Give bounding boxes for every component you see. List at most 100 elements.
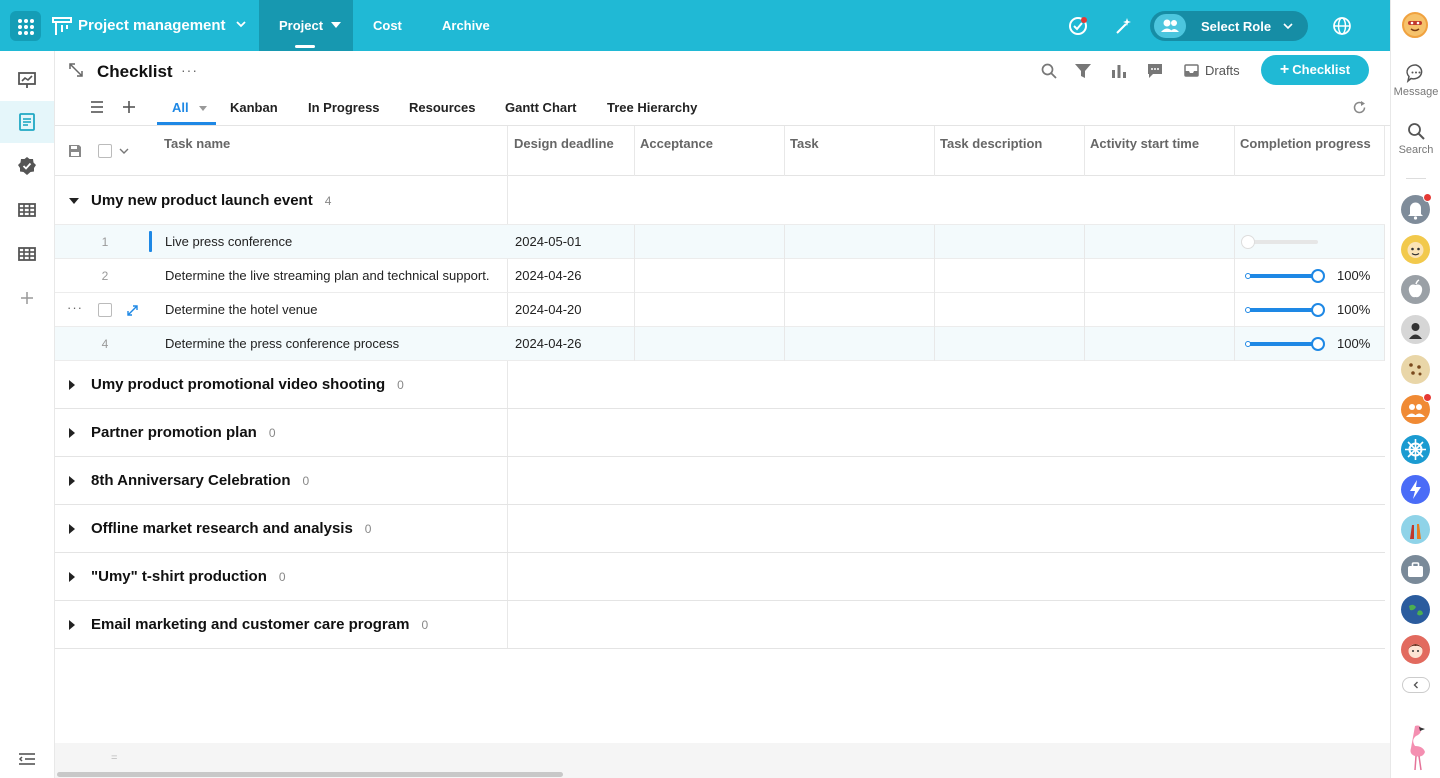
nav-tab-project[interactable]: Project <box>259 0 353 51</box>
caret-right-icon[interactable] <box>69 428 75 438</box>
caret-down-icon[interactable] <box>69 198 79 204</box>
group-header[interactable]: 8th Anniversary Celebration 0 <box>55 457 1385 505</box>
ship-wheel-icon[interactable] <box>1401 435 1430 464</box>
task-name-cell[interactable]: Determine the hotel venue <box>165 293 317 327</box>
row-checkbox[interactable] <box>98 303 112 317</box>
magic-wand-icon[interactable] <box>1113 16 1133 36</box>
sidebar-collapse-button[interactable] <box>0 738 54 778</box>
progress-knob[interactable] <box>1241 235 1255 249</box>
search-icon[interactable] <box>1040 62 1058 80</box>
deadline-cell[interactable]: 2024-05-01 <box>515 225 582 259</box>
flamingo-icon[interactable] <box>1401 722 1431 772</box>
nav-tab-cost[interactable]: Cost <box>373 0 402 51</box>
caret-right-icon[interactable] <box>69 572 75 582</box>
chevron-down-icon[interactable] <box>235 18 247 30</box>
tab-tree-hierarchy[interactable]: Tree Hierarchy <box>607 100 697 115</box>
task-name-cell[interactable]: Live press conference <box>165 225 292 259</box>
bar-chart-icon[interactable] <box>1110 62 1128 80</box>
caret-right-icon[interactable] <box>69 620 75 630</box>
chevron-down-icon[interactable] <box>119 148 129 155</box>
hands-icon[interactable] <box>1401 515 1430 544</box>
column-header-task[interactable]: Task <box>790 136 819 151</box>
sidebar-item-table-2[interactable] <box>0 233 54 275</box>
table-row[interactable]: 2 Determine the live streaming plan and … <box>55 259 1385 293</box>
face-avatar-icon[interactable] <box>1401 635 1430 664</box>
tab-all[interactable]: All <box>172 100 207 115</box>
progress-knob[interactable] <box>1311 337 1325 351</box>
expand-icon[interactable] <box>68 62 84 78</box>
save-icon[interactable] <box>68 144 82 158</box>
check-badge-icon[interactable] <box>1068 16 1088 36</box>
team-icon[interactable] <box>1401 393 1432 424</box>
add-checklist-button[interactable]: + Checklist <box>1261 55 1369 85</box>
select-all-checkbox[interactable] <box>98 144 112 158</box>
column-header-acceptance[interactable]: Acceptance <box>640 136 713 151</box>
progress-slider[interactable] <box>1245 303 1325 317</box>
table-row[interactable]: ··· Determine the hotel venue 2024-04-20… <box>55 293 1385 327</box>
lightning-icon[interactable] <box>1401 475 1430 504</box>
cartoon-avatar-icon[interactable] <box>1401 235 1430 264</box>
open-row-icon[interactable] <box>126 304 139 317</box>
group-header[interactable]: Umy product promotional video shooting 0 <box>55 361 1385 409</box>
column-header-design-deadline[interactable]: Design deadline <box>514 136 614 151</box>
caret-right-icon[interactable] <box>69 476 75 486</box>
group-header[interactable]: Umy new product launch event 4 <box>55 177 1385 225</box>
row-more-icon[interactable]: ··· <box>67 293 83 323</box>
sidebar-item-checklist[interactable] <box>0 101 54 143</box>
sidebar-item-table-1[interactable] <box>0 189 54 231</box>
tab-kanban[interactable]: Kanban <box>230 100 278 115</box>
column-header-completion-progress[interactable]: Completion progress <box>1240 136 1371 151</box>
global-search-button[interactable]: Search <box>1391 121 1440 156</box>
group-title: Email marketing and customer care progra… <box>91 616 429 633</box>
menu-icon[interactable] <box>90 100 104 114</box>
add-view-icon[interactable] <box>122 100 136 114</box>
column-header-activity-start-time[interactable]: Activity start time <box>1090 136 1199 151</box>
tab-in-progress[interactable]: In Progress <box>308 100 380 115</box>
group-header[interactable]: Email marketing and customer care progra… <box>55 601 1385 649</box>
deadline-cell[interactable]: 2024-04-26 <box>515 327 582 361</box>
caret-right-icon[interactable] <box>69 524 75 534</box>
earth-icon[interactable] <box>1401 595 1430 624</box>
resize-handle[interactable]: = <box>111 752 117 764</box>
task-name-cell[interactable]: Determine the live streaming plan and te… <box>165 259 489 293</box>
user-avatar[interactable] <box>1400 10 1430 40</box>
filter-icon[interactable] <box>1074 62 1092 80</box>
deadline-cell[interactable]: 2024-04-26 <box>515 259 582 293</box>
group-header[interactable]: "Umy" t-shirt production 0 <box>55 553 1385 601</box>
group-header[interactable]: Partner promotion plan 0 <box>55 409 1385 457</box>
task-name-cell[interactable]: Determine the press conference process <box>165 327 399 361</box>
progress-slider[interactable] <box>1245 269 1325 283</box>
tab-resources[interactable]: Resources <box>409 100 475 115</box>
caret-right-icon[interactable] <box>69 380 75 390</box>
sidebar-item-dashboard[interactable] <box>0 59 54 101</box>
progress-knob[interactable] <box>1311 303 1325 317</box>
select-role-button[interactable]: Select Role <box>1150 11 1308 41</box>
character-icon[interactable] <box>1401 315 1430 344</box>
more-options-button[interactable]: ··· <box>181 62 198 78</box>
cookie-icon[interactable] <box>1401 355 1430 384</box>
column-header-task-description[interactable]: Task description <box>940 136 1042 151</box>
progress-slider[interactable] <box>1245 337 1325 351</box>
sidebar-item-acceptance[interactable] <box>0 145 54 187</box>
collapse-sidebar-button[interactable] <box>1402 677 1430 693</box>
message-button[interactable]: Message <box>1391 63 1440 98</box>
group-header[interactable]: Offline market research and analysis 0 <box>55 505 1385 553</box>
sidebar-add-button[interactable] <box>0 277 54 319</box>
table-row[interactable]: 1 Live press conference 2024-05-01 <box>55 225 1385 259</box>
nav-tab-archive[interactable]: Archive <box>442 0 490 51</box>
horizontal-scrollbar[interactable] <box>57 772 563 777</box>
apps-grid-icon[interactable] <box>10 11 41 41</box>
deadline-cell[interactable]: 2024-04-20 <box>515 293 582 327</box>
table-row[interactable]: 4 Determine the press conference process… <box>55 327 1385 361</box>
refresh-icon[interactable] <box>1352 100 1367 115</box>
globe-icon[interactable] <box>1332 16 1352 36</box>
progress-slider[interactable] <box>1241 235 1318 249</box>
column-header-task-name[interactable]: Task name <box>164 136 230 151</box>
comment-icon[interactable] <box>1146 62 1164 80</box>
tab-gantt-chart[interactable]: Gantt Chart <box>505 100 577 115</box>
app-title[interactable]: Project management <box>78 17 226 34</box>
bell-icon[interactable] <box>1401 193 1432 224</box>
briefcase-icon[interactable] <box>1401 555 1430 584</box>
progress-knob[interactable] <box>1311 269 1325 283</box>
apple-icon[interactable] <box>1401 275 1430 304</box>
